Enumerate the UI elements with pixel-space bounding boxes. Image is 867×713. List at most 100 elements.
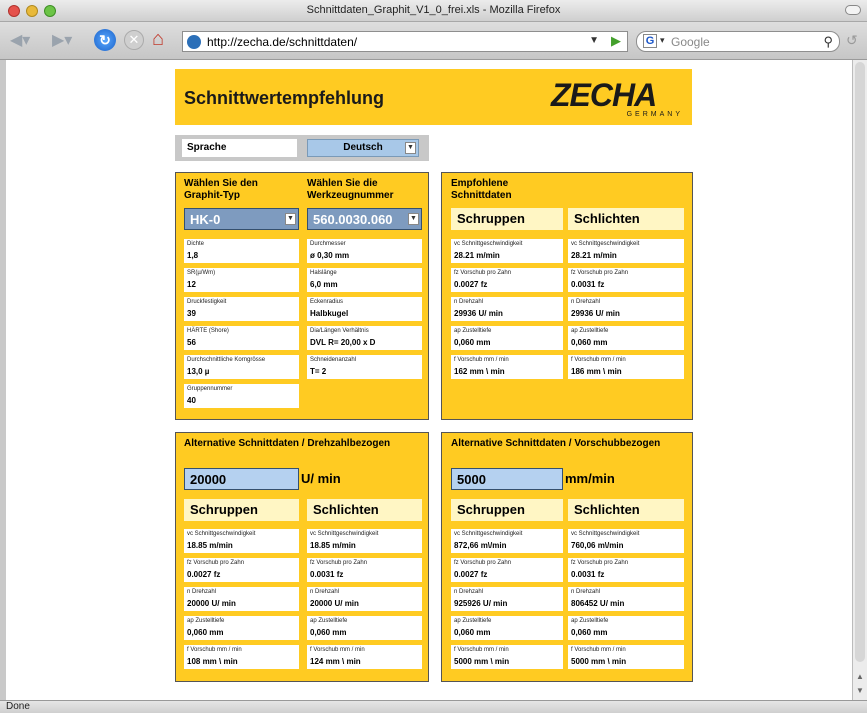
graphite-type-select[interactable]: HK-0 ▼ [184,208,299,230]
feed-input[interactable]: 5000 [451,468,563,490]
field-value: 0,060 mm [454,628,491,637]
chevron-down-icon[interactable]: ▼ [285,213,296,225]
field-value: 20000 U/ min [310,599,359,608]
chevron-down-icon[interactable]: ▼ [405,142,416,154]
toolbar-toggle-button[interactable] [845,5,861,15]
value-field: Eckenradius Halbkugel [307,297,422,321]
scroll-down-icon[interactable]: ▼ [856,686,864,695]
field-value: 760,06 m\/min [571,541,624,550]
field-value: 0.0031 fz [571,280,605,289]
field-label: vc Schnittgeschwindigkeit [310,531,379,537]
field-label: vc Schnittgeschwindigkeit [454,241,523,247]
google-engine-icon[interactable]: G [643,34,657,48]
field-label: fz Vorschub pro Zahn [571,270,629,276]
field-label: Eckenradius [310,299,344,305]
field-value: 0.0031 fz [310,570,344,579]
back-arrow-icon[interactable]: ◀▾ [10,30,30,52]
value-field: Gruppennummer 40 [184,384,299,408]
roughing-heading: Schruppen [451,208,563,230]
field-label: f Vorschub mm / min [571,647,626,653]
field-value: 108 mm \ min [187,657,238,666]
value-field: vc Schnittgeschwindigkeit 18.85 m/min [307,529,422,553]
finishing-heading: Schlichten [307,499,422,521]
value-field: fz Vorschub pro Zahn 0.0027 fz [451,558,563,582]
value-field: n Drehzahl 29936 U/ min [568,297,684,321]
tool-number-select[interactable]: 560.0030.060 ▼ [307,208,422,230]
zecha-logo: ZECHA GERMANY [551,79,687,119]
page-content: Schnittwertempfehlung ZECHA GERMANY Spra… [6,60,852,700]
field-value: 40 [187,396,196,405]
chevron-down-icon[interactable]: ▼ [408,213,419,225]
alt-rpm-panel: Alternative Schnittdaten / Drehzahlbezog… [175,432,429,682]
field-label: n Drehzahl [454,299,484,305]
field-label: fz Vorschub pro Zahn [454,270,512,276]
search-magnifier-icon[interactable]: ⚲ [823,34,833,50]
value-field: ap Zustelltiefe 0,060 mm [451,326,563,350]
field-value: 39 [187,309,196,318]
vertical-scrollbar[interactable]: ▲ ▼ [852,60,867,700]
field-label: vc Schnittgeschwindigkeit [571,241,640,247]
field-label: vc Schnittgeschwindigkeit [454,531,523,537]
value-field: f Vorschub mm / min 186 mm \ min [568,355,684,379]
field-value: 18.85 m/min [310,541,356,550]
graphite-type-value: HK-0 [190,212,221,227]
page-header: Schnittwertempfehlung ZECHA GERMANY [175,69,692,125]
engine-dropdown-icon[interactable]: ▾ [660,35,665,46]
field-label: vc Schnittgeschwindigkeit [571,531,640,537]
field-label: n Drehzahl [454,589,484,595]
page-title: Schnittwertempfehlung [184,88,385,108]
field-label: Dia/Längen Verhältnis [310,328,369,334]
field-label: f Vorschub mm / min [454,357,509,363]
address-url[interactable]: http://zecha.de/schnittdaten/ [207,35,357,49]
recommended-heading: Empfohlene Schnittdaten [451,178,512,201]
reload-icon[interactable]: ↻ [94,29,116,51]
finishing-heading: Schlichten [568,208,684,230]
scroll-up-icon[interactable]: ▲ [856,672,864,681]
field-label: f Vorschub mm / min [454,647,509,653]
stop-icon[interactable]: ✕ [124,30,144,50]
field-value: 0,060 mm [454,338,491,347]
rpm-input[interactable]: 20000 [184,468,299,490]
value-field: fz Vorschub pro Zahn 0.0031 fz [307,558,422,582]
value-field: Dia/Längen Verhältnis DVL R= 20,00 x D [307,326,422,350]
home-icon[interactable]: ⌂ [152,28,164,51]
field-value: 12 [187,280,196,289]
value-field: vc Schnittgeschwindigkeit 760,06 m\/min [568,529,684,553]
field-label: n Drehzahl [187,589,217,595]
field-value: 1,8 [187,251,199,260]
field-value: 0,060 mm [571,628,608,637]
field-label: ap Zustelltiefe [454,618,492,624]
search-box[interactable]: G ▾ Google ⚲ [636,31,840,52]
value-field: ap Zustelltiefe 0,060 mm [307,616,422,640]
field-value: 6,0 mm [310,280,338,289]
value-field: ap Zustelltiefe 0,060 mm [184,616,299,640]
field-label: n Drehzahl [571,589,601,595]
window-titlebar: Schnittdaten_Graphit_V1_0_frei.xls - Moz… [0,0,867,22]
value-field: f Vorschub mm / min 162 mm \ min [451,355,563,379]
field-value: 28.21 m/min [571,251,617,260]
field-value: 0,060 mm [571,338,608,347]
search-placeholder[interactable]: Google [671,35,710,49]
value-field: vc Schnittgeschwindigkeit 872,66 m\/min [451,529,563,553]
field-label: Dichte [187,241,205,247]
value-field: f Vorschub mm / min 108 mm \ min [184,645,299,669]
field-label: fz Vorschub pro Zahn [571,560,629,566]
field-value: 0.0027 fz [454,280,488,289]
field-label: ap Zustelltiefe [187,618,225,624]
go-arrow-icon[interactable]: ▶ [611,33,621,49]
forward-arrow-icon[interactable]: ▶▾ [52,30,72,52]
field-value: Halbkugel [310,309,349,318]
value-field: n Drehzahl 29936 U/ min [451,297,563,321]
language-select[interactable]: Deutsch ▼ [307,139,419,157]
field-label: n Drehzahl [310,589,340,595]
history-dropdown-icon[interactable]: ▼ [589,35,599,46]
field-label: Gruppennummer [187,386,233,392]
scrollbar-thumb[interactable] [855,62,865,662]
field-value: 5000 mm \ min [454,657,510,666]
status-bar: Done [0,700,867,713]
value-field: Halslänge 6,0 mm [307,268,422,292]
browser-toolbar: ◀▾ ▶▾ ↻ ✕ ⌂ http://zecha.de/schnittdaten… [0,22,867,60]
roughing-heading: Schruppen [184,499,299,521]
field-label: Druckfestigkeit [187,299,227,305]
address-bar[interactable]: http://zecha.de/schnittdaten/ ▼ ▶ [182,31,628,52]
